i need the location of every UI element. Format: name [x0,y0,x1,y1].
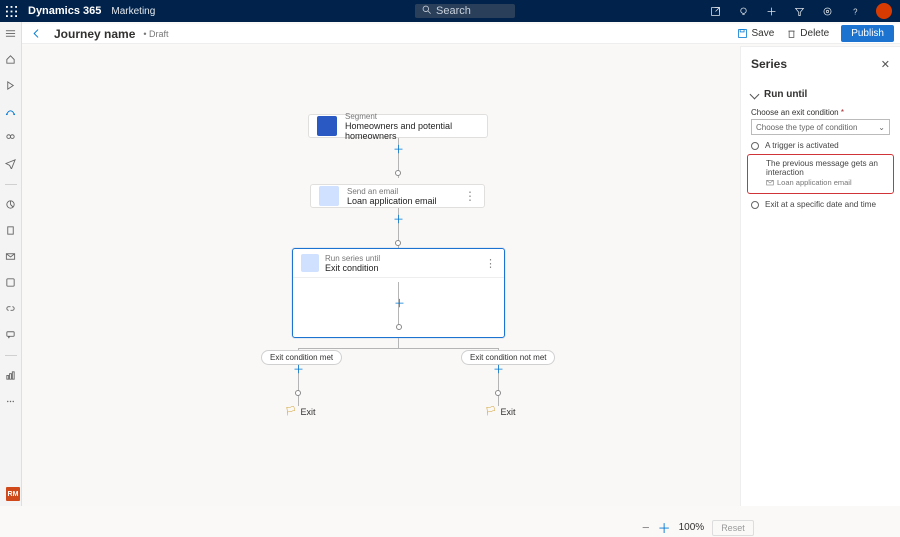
nav-divider [5,355,17,356]
settings-icon[interactable] [820,4,834,18]
search-input[interactable]: Search [415,4,515,18]
add-step-button[interactable]: ＋ [393,146,403,156]
nav-segments-icon[interactable] [5,132,17,144]
option-trigger[interactable]: A trigger is activated [751,141,890,150]
option-time[interactable]: Exit at a specific date and time [751,200,890,209]
nav-more-icon[interactable] [5,396,17,408]
plus-icon[interactable] [764,4,778,18]
exit-flag: 🏳Exit [285,406,315,417]
series-name: Exit condition [325,263,380,273]
series-icon [301,254,319,272]
save-button[interactable]: Save [731,26,780,41]
branch-label-met: Exit condition met [261,350,342,365]
radio-icon [751,142,759,150]
zoom-in-button[interactable]: ＋ [658,518,671,537]
module-name: Marketing [111,6,155,17]
series-tag: Run series until [325,254,380,263]
close-icon[interactable]: ✕ [881,58,890,71]
segment-tag: Segment [345,112,487,121]
nav-page-icon[interactable] [5,225,17,237]
segment-name: Homeowners and potential homeowners [345,121,487,141]
nav-journeys-icon[interactable] [5,106,17,118]
email-name: Loan application email [347,196,437,206]
nav-messages-icon[interactable] [5,329,17,341]
nav-home-icon[interactable] [5,54,17,66]
rm-badge: RM [6,487,20,501]
connector [295,390,301,396]
nav-reports-icon[interactable] [5,370,17,382]
page-title: Journey name [54,27,135,41]
section-run-until[interactable]: Run until [751,89,890,100]
help-icon[interactable]: ? [848,4,862,18]
popout-icon[interactable] [708,4,722,18]
zoom-out-button[interactable]: − [642,520,650,535]
avatar[interactable] [876,3,892,19]
search-icon [421,4,432,18]
nav-send-icon[interactable] [5,158,17,170]
app-name: Dynamics 365 [28,5,101,17]
delete-button[interactable]: Delete [780,26,835,41]
exit-flag: 🏳Exit [485,406,515,417]
filter-icon[interactable] [792,4,806,18]
connector [395,240,401,246]
lightbulb-icon[interactable] [736,4,750,18]
email-icon [319,186,339,206]
radio-icon [751,201,759,209]
nav-email-icon[interactable] [5,251,17,263]
nav-forms-icon[interactable] [5,277,17,289]
delete-icon [786,28,797,39]
series-node[interactable]: Run series until Exit condition ⋮ ＋ [292,248,505,338]
status-badge: • Draft [143,29,168,39]
publish-button[interactable]: Publish [841,25,894,42]
zoom-reset-button[interactable]: Reset [712,520,754,536]
save-icon [737,28,748,39]
chevron-down-icon: ⌄ [878,123,885,132]
panel-title: Series [751,57,787,71]
option-interaction[interactable]: The previous message gets an interaction [752,159,889,177]
nav-triggers-icon[interactable] [5,80,17,92]
back-button[interactable] [28,26,44,42]
node-menu-icon[interactable]: ⋮ [464,189,476,203]
email-node[interactable]: Send an email Loan application email ⋮ [310,184,485,208]
segment-icon [317,116,337,136]
svg-text:?: ? [853,7,858,16]
exit-condition-label: Choose an exit condition * [751,108,890,117]
add-step-button[interactable]: ＋ [393,216,403,226]
search-placeholder: Search [436,5,471,17]
add-step-button[interactable]: ＋ [394,300,404,310]
connector [396,324,402,330]
branch-label-notmet: Exit condition not met [461,350,555,365]
connector [395,170,401,176]
option-interaction-highlight: The previous message gets an interaction… [747,154,894,194]
exit-condition-select[interactable]: Choose the type of condition ⌄ [751,119,890,135]
option-interaction-sub: Loan application email [752,178,889,187]
nav-divider [5,184,17,185]
email-icon [766,179,774,187]
connector [495,390,501,396]
add-step-button[interactable]: ＋ [293,366,303,376]
zoom-level: 100% [679,522,705,533]
add-step-button[interactable]: ＋ [493,366,503,376]
node-menu-icon[interactable]: ⋮ [485,257,496,270]
nav-menu-icon[interactable] [5,28,17,40]
email-tag: Send an email [347,187,437,196]
app-launcher-icon[interactable] [0,0,22,22]
nav-links-icon[interactable] [5,303,17,315]
nav-chart-icon[interactable] [5,199,17,211]
